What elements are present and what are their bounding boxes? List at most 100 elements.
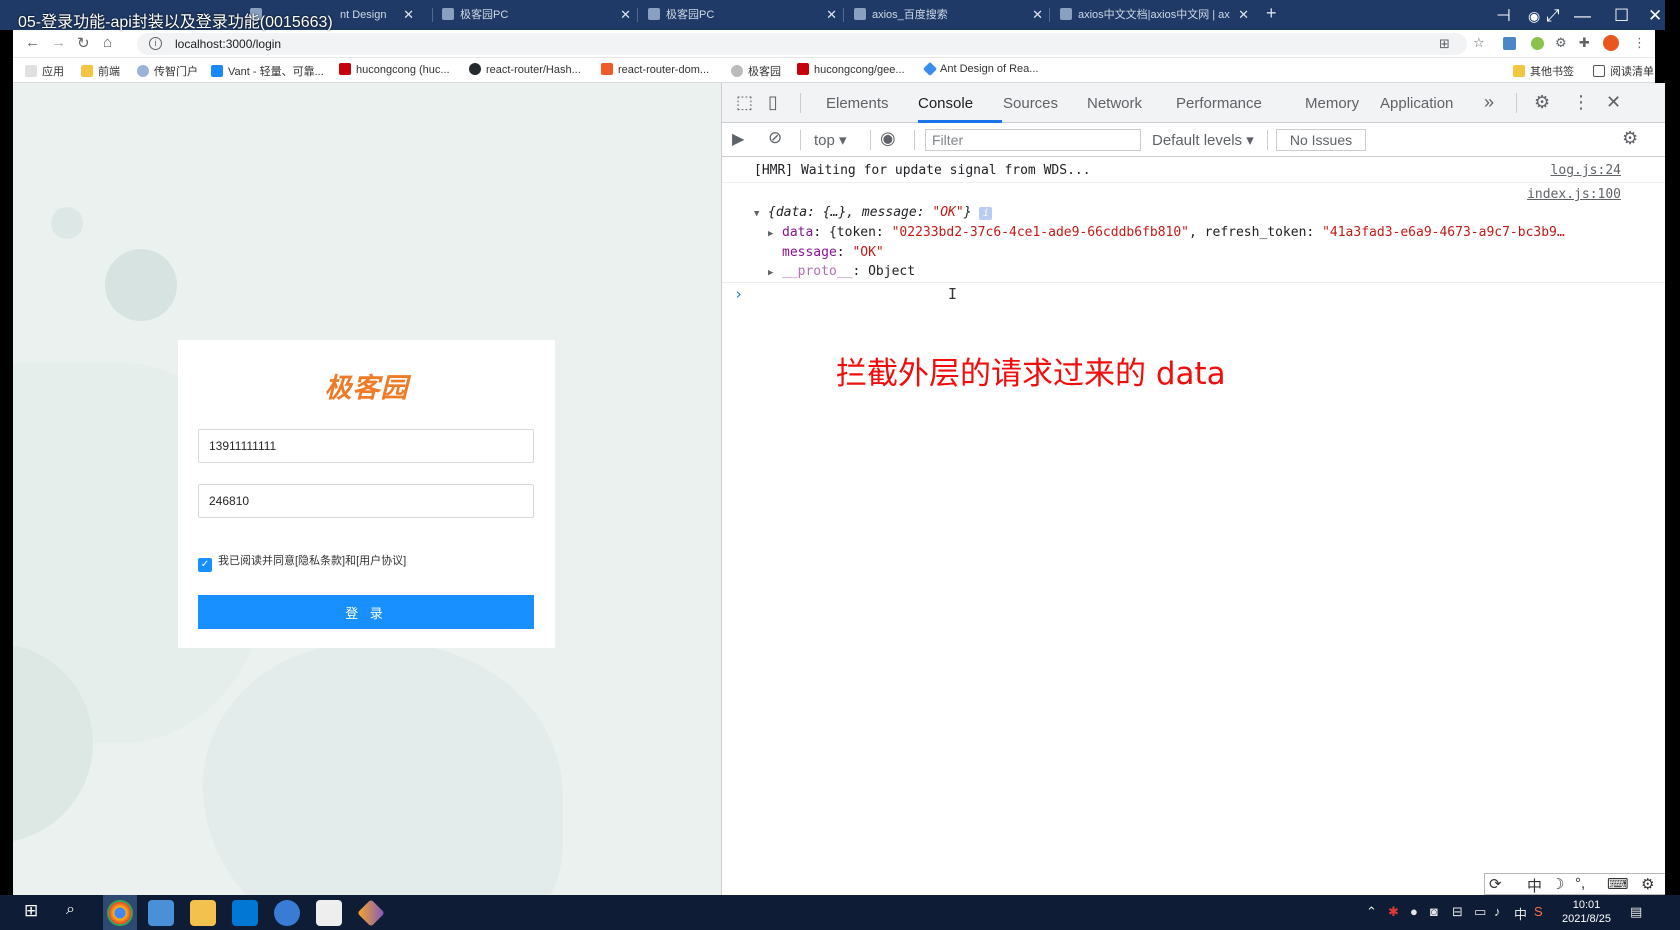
- bookmark-star-icon[interactable]: ☆: [1473, 35, 1485, 51]
- translate-icon[interactable]: ⊞: [1439, 36, 1450, 52]
- show-sidebar-icon[interactable]: ▶: [732, 129, 744, 149]
- expand-triangle-icon[interactable]: ▼: [754, 209, 768, 219]
- typora-icon[interactable]: [316, 900, 342, 926]
- ime-settings-icon[interactable]: ⚙: [1641, 875, 1654, 893]
- notification-icon[interactable]: ▤: [1630, 904, 1642, 920]
- moon-icon[interactable]: ☽: [1551, 875, 1564, 893]
- tray-expand-icon[interactable]: ⌃: [1366, 904, 1377, 920]
- eye-icon[interactable]: ◉: [880, 128, 896, 149]
- more-tabs-icon[interactable]: »: [1484, 92, 1494, 113]
- punctuation-icon[interactable]: °,: [1575, 875, 1585, 892]
- file-explorer-icon[interactable]: [190, 900, 216, 926]
- settings-gear-icon[interactable]: ⚙: [1534, 92, 1550, 113]
- maximize-icon[interactable]: ☐: [1614, 6, 1629, 26]
- console-filter-input[interactable]: Filter: [925, 129, 1141, 151]
- code-input[interactable]: [198, 484, 534, 518]
- close-tab-icon[interactable]: ✕: [620, 4, 631, 26]
- login-button[interactable]: 登 录: [198, 595, 534, 629]
- close-window-icon[interactable]: ✕: [1648, 6, 1662, 26]
- log-levels-dropdown[interactable]: Default levels ▾: [1152, 131, 1254, 149]
- devtools-menu-icon[interactable]: ⋮: [1572, 92, 1590, 113]
- new-tab-button[interactable]: +: [1266, 3, 1277, 24]
- source-link[interactable]: index.js:100: [1527, 187, 1621, 202]
- tray-app-icon[interactable]: ◙: [1430, 904, 1438, 919]
- vscode-icon[interactable]: [232, 900, 258, 926]
- forward-icon[interactable]: →: [51, 34, 66, 51]
- ime-logo-icon[interactable]: ⟳: [1489, 875, 1502, 893]
- minimize-icon[interactable]: —: [1574, 6, 1591, 26]
- bookmark-react-router-hash[interactable]: react-router/Hash...: [469, 63, 581, 76]
- app-icon[interactable]: [357, 899, 385, 927]
- console-settings-icon[interactable]: ⚙: [1622, 128, 1638, 149]
- tab-network[interactable]: Network: [1087, 95, 1142, 112]
- record-icon[interactable]: ◉: [1528, 8, 1540, 25]
- tab-performance[interactable]: Performance: [1176, 95, 1262, 112]
- site-info-icon[interactable]: i: [149, 37, 162, 50]
- agreement-checkbox[interactable]: ✓: [198, 558, 212, 572]
- bookmark-jikeyuan[interactable]: 极客园: [731, 63, 781, 79]
- avatar[interactable]: [1603, 35, 1619, 51]
- volume-icon[interactable]: ♪: [1494, 904, 1501, 919]
- extensions-puzzle-icon[interactable]: ✚: [1579, 35, 1590, 51]
- bookmark-chuanzhi[interactable]: 传智门户: [137, 63, 198, 79]
- app-icon[interactable]: [148, 900, 174, 926]
- agreement-row[interactable]: ✓ 我已阅读并同意[隐私条款]和[用户协议]: [198, 552, 406, 572]
- snap-icon[interactable]: ⊣: [1496, 6, 1511, 26]
- windows-start-icon[interactable]: ⊞: [24, 901, 38, 921]
- address-bar[interactable]: i localhost:3000/login ⊞: [137, 33, 1467, 55]
- context-selector[interactable]: top ▾: [814, 131, 847, 149]
- tab-application[interactable]: Application: [1380, 95, 1453, 112]
- extension-icon[interactable]: [1531, 37, 1544, 50]
- close-devtools-icon[interactable]: ✕: [1606, 92, 1621, 113]
- close-tab-icon[interactable]: ✕: [826, 4, 837, 26]
- microphone-icon[interactable]: ●: [1410, 904, 1418, 919]
- bookmark-apps[interactable]: 应用: [25, 63, 64, 79]
- bookmark-frontend[interactable]: 前端: [81, 63, 120, 79]
- tab-axios-docs[interactable]: axios中文文档|axios中文网 | ax ✕: [1060, 4, 1255, 30]
- app-icon[interactable]: [274, 900, 300, 926]
- chrome-app-icon[interactable]: [107, 900, 133, 926]
- tray-app-icon[interactable]: ✱: [1388, 904, 1399, 920]
- close-tab-icon[interactable]: ✕: [1238, 4, 1249, 26]
- network-icon[interactable]: ⊟: [1452, 904, 1463, 920]
- console-prompt-icon[interactable]: ›: [734, 285, 743, 303]
- reading-list[interactable]: 阅读清单: [1593, 63, 1654, 79]
- reload-icon[interactable]: ↻: [77, 34, 90, 52]
- tab-elements[interactable]: Elements: [826, 95, 889, 112]
- mobile-input[interactable]: [198, 429, 534, 463]
- tab-console[interactable]: Console: [918, 95, 973, 112]
- bookmark-other[interactable]: 其他书签: [1513, 63, 1574, 79]
- tab-jikeyuan-2[interactable]: 极客园PC ✕: [648, 4, 843, 30]
- inspect-element-icon[interactable]: ⬚: [736, 92, 753, 113]
- tab-memory[interactable]: Memory: [1305, 95, 1359, 112]
- sogou-icon[interactable]: S: [1534, 904, 1543, 919]
- source-link[interactable]: log.js:24: [1551, 163, 1621, 178]
- system-clock[interactable]: 10:01 2021/8/25: [1562, 898, 1611, 926]
- device-toolbar-icon[interactable]: ▯: [768, 92, 778, 113]
- back-icon[interactable]: ←: [25, 34, 40, 51]
- ime-language-toggle[interactable]: 中: [1527, 875, 1542, 896]
- collapse-triangle-icon[interactable]: ▶: [768, 229, 782, 239]
- extension-icon[interactable]: [1503, 37, 1516, 50]
- menu-kebab-icon[interactable]: ⋮: [1633, 35, 1646, 51]
- close-tab-icon[interactable]: ✕: [403, 4, 414, 26]
- collapse-triangle-icon[interactable]: ▶: [768, 268, 782, 278]
- keyboard-icon[interactable]: ⌨: [1607, 875, 1629, 893]
- bookmark-react-router-dom[interactable]: react-router-dom...: [601, 63, 709, 76]
- tab-sources[interactable]: Sources: [1003, 95, 1058, 112]
- bookmark-ant-design[interactable]: Ant Design of Rea...: [922, 61, 1038, 77]
- extension-icon[interactable]: ⚙: [1555, 35, 1567, 51]
- search-icon[interactable]: ⌕: [66, 901, 75, 919]
- tab-baidu[interactable]: axios_百度搜索 ✕: [854, 4, 1049, 30]
- bookmark-hucongcong-gee[interactable]: hucongcong/gee...: [797, 63, 905, 76]
- close-tab-icon[interactable]: ✕: [1032, 4, 1043, 26]
- tab-jikeyuan-1[interactable]: 极客园PC ✕: [442, 4, 637, 30]
- battery-icon[interactable]: ▭: [1474, 904, 1486, 920]
- bookmark-vant[interactable]: Vant - 轻量、可靠...: [211, 63, 324, 79]
- fullscreen-icon[interactable]: ⤢: [1546, 6, 1560, 26]
- home-icon[interactable]: ⌂: [103, 34, 112, 51]
- clear-console-icon[interactable]: ⊘: [768, 128, 782, 148]
- bookmark-hucongcong[interactable]: hucongcong (huc...: [339, 63, 450, 76]
- input-method-indicator[interactable]: 中: [1514, 904, 1527, 923]
- issues-button[interactable]: No Issues: [1276, 129, 1366, 151]
